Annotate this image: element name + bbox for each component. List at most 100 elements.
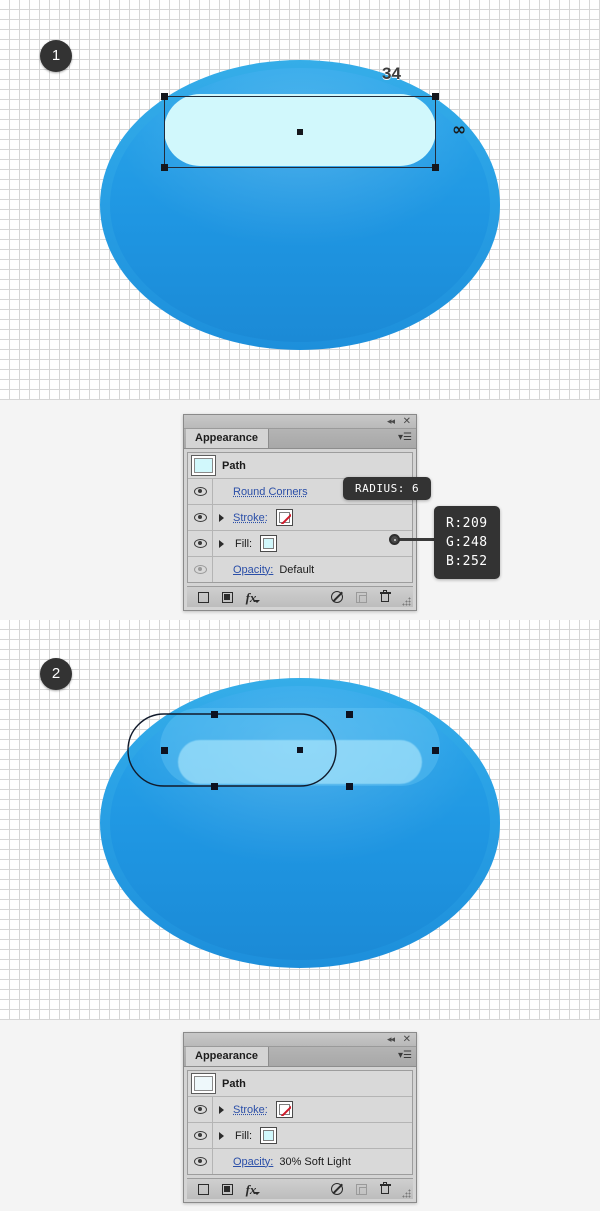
callout-leader-dot (389, 534, 400, 545)
disclosure-triangle-stroke[interactable] (213, 513, 229, 522)
appearance-row-opacity[interactable]: Opacity: Default (188, 557, 412, 582)
stroke-label[interactable]: Stroke: (229, 1104, 268, 1116)
clear-appearance-button[interactable] (325, 587, 349, 607)
appearance-row-opacity[interactable]: Opacity: 30% Soft Light (188, 1149, 412, 1174)
disclosure-triangle-fill[interactable] (213, 539, 229, 548)
add-new-stroke-button[interactable] (191, 1179, 215, 1199)
opacity-value: Default (279, 563, 315, 576)
stroke-label[interactable]: Stroke: (229, 512, 268, 524)
add-effect-button[interactable]: fx (239, 1179, 263, 1199)
path-thumbnail (191, 455, 216, 476)
selection-center-point (297, 129, 303, 135)
visibility-toggle-fill[interactable] (188, 1123, 213, 1148)
fx-icon: fx (245, 1181, 261, 1197)
disclosure-triangle-fill[interactable] (213, 1131, 229, 1140)
duplicate-item-button[interactable] (349, 587, 373, 607)
panel-body-1: Path Round Corners Stroke: Fill: Opacity… (187, 452, 413, 583)
add-new-fill-button[interactable] (215, 1179, 239, 1199)
round-corners-label[interactable]: Round Corners (229, 486, 308, 498)
add-new-fill-icon (221, 591, 233, 603)
appearance-row-stroke[interactable]: Stroke: (188, 1097, 412, 1123)
collapse-icon[interactable]: ◂◂ (387, 1034, 395, 1045)
clear-appearance-button[interactable] (325, 1179, 349, 1199)
duplicate-item-icon (355, 1183, 367, 1195)
eye-icon (193, 513, 207, 522)
eye-icon (193, 487, 207, 496)
rgb-tooltip: R:209 G:248 B:252 (434, 506, 500, 579)
step-badge-1: 1 (40, 40, 72, 72)
fx-icon: fx (245, 589, 261, 605)
fill-swatch[interactable] (260, 1127, 278, 1144)
visibility-toggle-opacity[interactable] (188, 1149, 213, 1174)
fill-label[interactable]: Fill: (229, 538, 252, 550)
visibility-toggle-stroke[interactable] (188, 1097, 213, 1122)
add-new-stroke-button[interactable] (191, 587, 215, 607)
appearance-row-fill[interactable]: Fill: (188, 531, 412, 557)
appearance-row-path[interactable]: Path (188, 453, 412, 479)
selection-handle-bottom-left[interactable] (161, 164, 168, 171)
path-anchor-points (161, 711, 439, 790)
eye-icon-disabled (193, 565, 207, 574)
panel-footer-1: fx (187, 586, 413, 607)
anchor-bottom-right (346, 783, 353, 790)
selected-path-outline[interactable] (100, 678, 500, 968)
panel-menu-icon[interactable]: ▾☰ (398, 1050, 412, 1062)
duplicate-item-button[interactable] (349, 1179, 373, 1199)
collapse-icon[interactable]: ◂◂ (387, 416, 395, 427)
panel-body-2: Path Stroke: Fill: Opacity: 30% Soft Lig… (187, 1070, 413, 1175)
selection-handle-top-right[interactable] (432, 93, 439, 100)
tab-appearance[interactable]: Appearance (186, 1047, 269, 1066)
illustration-step-1: 34 ∞ (100, 60, 500, 350)
stroke-swatch-none[interactable] (275, 509, 293, 526)
appearance-panel-1: ◂◂ ✕ Appearance ▾☰ Path Round Corners St… (183, 414, 417, 611)
eye-icon (193, 1131, 207, 1140)
opacity-label[interactable]: Opacity: (229, 1156, 273, 1168)
close-icon[interactable]: ✕ (403, 1033, 411, 1046)
visibility-toggle-opacity[interactable] (188, 557, 213, 582)
eye-icon (193, 1157, 207, 1166)
eye-icon (193, 539, 207, 548)
selection-handle-bottom-right[interactable] (432, 164, 439, 171)
tab-appearance[interactable]: Appearance (186, 429, 269, 448)
delete-item-icon (379, 1182, 391, 1195)
panel-resize-grip[interactable] (402, 1189, 411, 1198)
anchor-center (297, 747, 303, 753)
close-icon[interactable]: ✕ (403, 415, 411, 428)
clear-appearance-icon (331, 591, 343, 603)
panel-resize-grip[interactable] (402, 597, 411, 606)
infinity-cursor-icon: ∞ (452, 120, 467, 140)
delete-item-button[interactable] (373, 1179, 397, 1199)
fill-swatch[interactable] (260, 535, 278, 552)
appearance-row-stroke[interactable]: Stroke: (188, 505, 412, 531)
add-new-fill-button[interactable] (215, 587, 239, 607)
radius-tooltip: RADIUS: 6 (343, 477, 432, 500)
anchor-top-right (346, 711, 353, 718)
panel-titlebar-2: ◂◂ ✕ (184, 1033, 416, 1047)
panel-menu-icon[interactable]: ▾☰ (398, 432, 412, 444)
anchor-bottom-left (211, 783, 218, 790)
panel-tabrow-2: Appearance ▾☰ (184, 1047, 416, 1067)
visibility-toggle-stroke[interactable] (188, 505, 213, 530)
path-thumbnail-color (194, 458, 213, 473)
fill-label[interactable]: Fill: (229, 1130, 252, 1142)
fill-swatch-color (263, 538, 275, 549)
add-new-fill-icon (221, 1183, 233, 1195)
fill-swatch-color (263, 1130, 275, 1141)
illustration-step-2 (100, 678, 500, 968)
visibility-toggle-fill[interactable] (188, 531, 213, 556)
visibility-toggle-round-corners[interactable] (188, 479, 213, 504)
add-effect-button[interactable]: fx (239, 587, 263, 607)
opacity-label[interactable]: Opacity: (229, 564, 273, 576)
panel-footer-2: fx (187, 1178, 413, 1199)
selection-bounding-box[interactable] (161, 93, 439, 171)
delete-item-button[interactable] (373, 587, 397, 607)
appearance-row-fill[interactable]: Fill: (188, 1123, 412, 1149)
disclosure-triangle-stroke[interactable] (213, 1105, 229, 1114)
path-thumbnail-color (194, 1076, 213, 1091)
selection-handle-top-left[interactable] (161, 93, 168, 100)
stroke-swatch-none[interactable] (275, 1101, 293, 1118)
appearance-row-path[interactable]: Path (188, 1071, 412, 1097)
delete-item-icon (379, 590, 391, 603)
duplicate-item-icon (355, 591, 367, 603)
path-thumbnail (191, 1073, 216, 1094)
